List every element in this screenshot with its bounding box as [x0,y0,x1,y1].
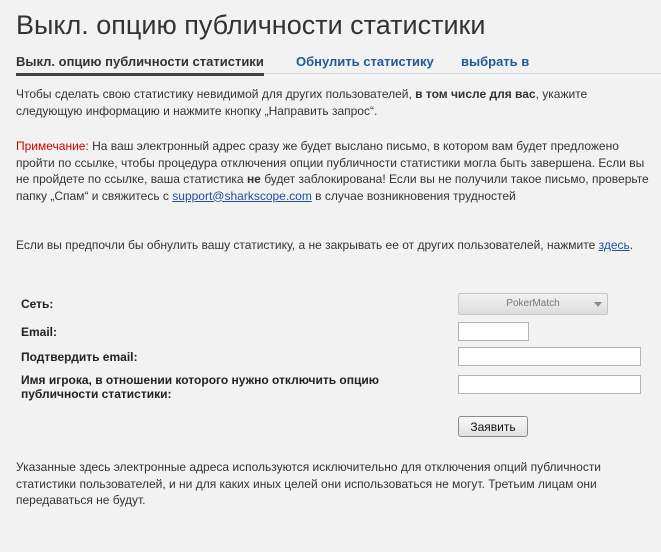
player-name-field[interactable] [458,375,641,394]
support-email-link[interactable]: support@sharkscope.com [172,189,312,203]
network-select-value: PokerMatch [506,298,560,309]
note-label: Примечание: [16,139,89,153]
tab-bar: Выкл. опцию публичности статистики Обнул… [16,52,661,76]
intro-bold: в том числе для вас [415,87,536,101]
confirm-email-label: Подтвердить email: [21,350,138,364]
submit-button[interactable]: Заявить [458,416,528,437]
intro-part1: Чтобы сделать свою статистику невидимой … [16,87,416,101]
reset-note-text: Если вы предпочли бы обнулить вашу стати… [16,237,656,254]
email-label: Email: [21,325,58,339]
tab-disable-public-stats[interactable]: Выкл. опцию публичности статистики [16,54,264,76]
network-select[interactable]: PokerMatch [458,293,608,315]
note-part3: в случае возникновения трудностей [311,188,516,203]
tab-reset-stats[interactable]: Обнулить статистику [296,54,434,69]
network-label: Сеть: [21,297,54,311]
tab-select[interactable]: выбрать в [461,54,529,69]
intro-text: Чтобы сделать свою статистику невидимой … [16,86,656,119]
reset-note-part: Если вы предпочли бы обнулить вашу стати… [16,238,599,252]
player-name-label: Имя игрока, в отношении которого нужно о… [21,373,379,401]
chevron-down-icon [594,302,602,307]
confirm-email-field[interactable] [458,347,641,366]
page-title: Выкл. опцию публичности статистики [16,10,486,40]
reset-here-link[interactable]: здесь [599,238,630,252]
reset-note-end: . [629,238,634,252]
email-field[interactable] [458,322,529,341]
note-bold: не [246,172,261,186]
footer-text: Указанные здесь электронные адреса испол… [16,460,602,507]
note-text: Примечание: На ваш электронный адрес сра… [16,138,656,204]
